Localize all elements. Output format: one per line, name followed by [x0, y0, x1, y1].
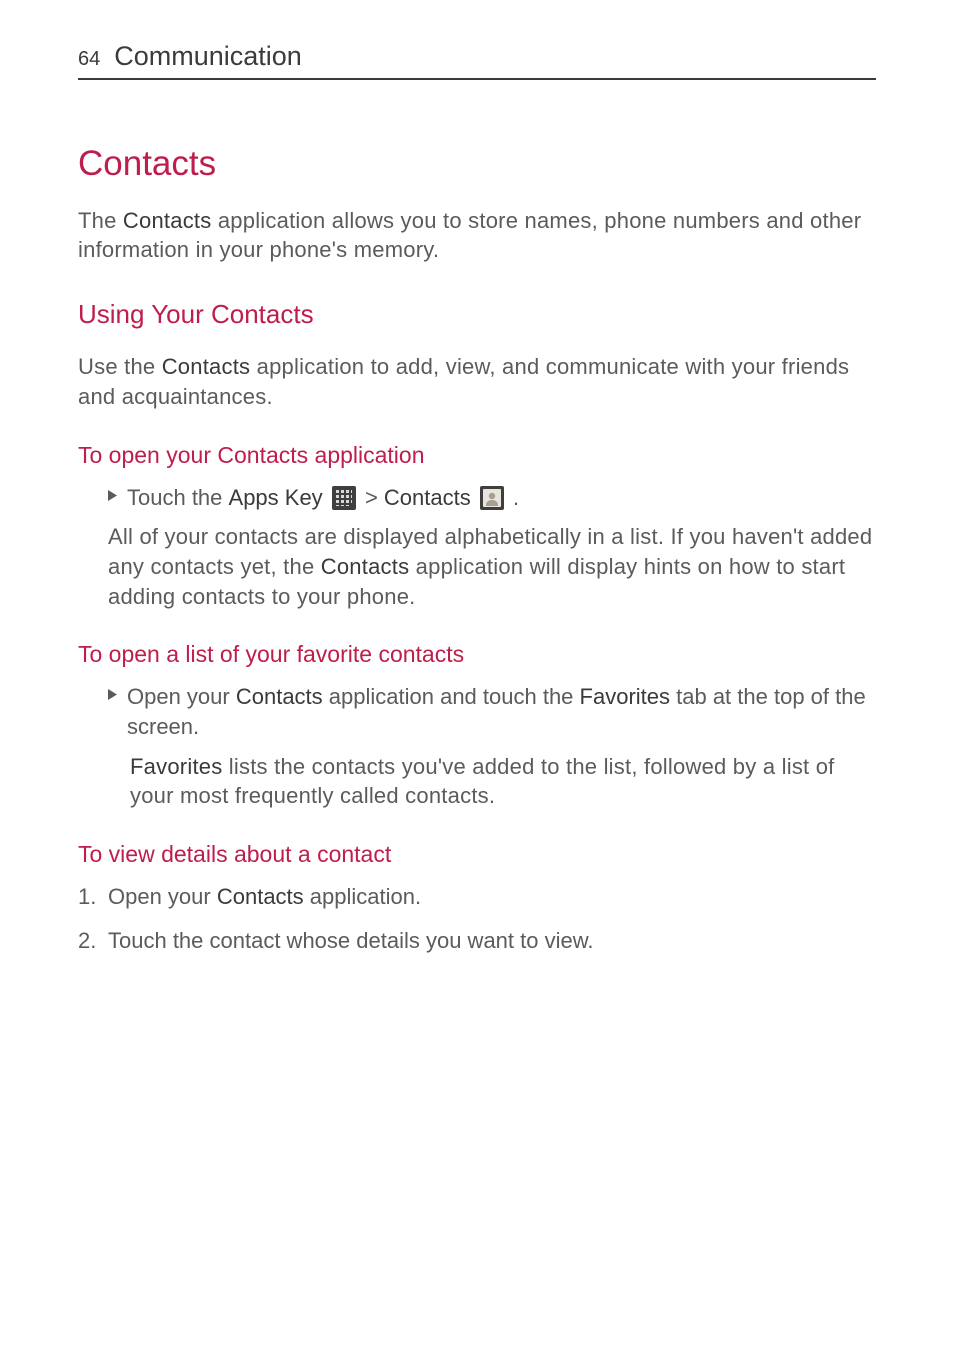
- numbered-steps: Open your Contacts application. Touch th…: [78, 882, 876, 955]
- list-item: Touch the Apps Key > Contacts .: [78, 483, 876, 513]
- list-item: Open your Contacts application and touch…: [78, 682, 876, 741]
- apps-key-icon: [332, 486, 356, 510]
- text: The: [78, 208, 123, 233]
- section1-body: Use the Contacts application to add, vie…: [78, 352, 876, 411]
- text: Open your: [108, 884, 217, 909]
- text-bold: Favorites: [580, 684, 670, 709]
- text-bold: Contacts: [321, 554, 410, 579]
- text: Open your: [127, 684, 236, 709]
- bullet-triangle-icon: [108, 689, 117, 700]
- subheading-open-contacts-app: To open your Contacts application: [78, 440, 876, 471]
- text-bold: Apps Key: [229, 485, 323, 510]
- text-bold: Contacts: [236, 684, 323, 709]
- text-bold: Contacts: [217, 884, 304, 909]
- contacts-icon: [480, 486, 504, 510]
- text: .: [507, 485, 519, 510]
- text: application.: [304, 884, 421, 909]
- bullet-triangle-icon: [108, 490, 117, 501]
- subheading-open-favorites: To open a list of your favorite contacts: [78, 639, 876, 670]
- text: Touch the contact whose details you want…: [108, 928, 594, 953]
- text-bold: Contacts: [384, 485, 471, 510]
- step-2: Touch the contact whose details you want…: [78, 926, 876, 956]
- sub-favorites-body: Favorites lists the contacts you've adde…: [78, 752, 876, 811]
- bullet-text: Open your Contacts application and touch…: [127, 682, 876, 741]
- text-bold: Favorites: [130, 754, 222, 779]
- bullet-text: Touch the Apps Key > Contacts .: [127, 483, 876, 513]
- sub-open-app-body: All of your contacts are displayed alpha…: [78, 522, 876, 611]
- text-bold: Contacts: [162, 354, 251, 379]
- intro-paragraph: The Contacts application allows you to s…: [78, 206, 876, 265]
- page-header: 64 Communication: [78, 38, 876, 80]
- text: Use the: [78, 354, 162, 379]
- step-1: Open your Contacts application.: [78, 882, 876, 912]
- section-heading-using-contacts: Using Your Contacts: [78, 297, 876, 332]
- text: >: [365, 485, 384, 510]
- chapter-title: Communication: [114, 38, 302, 74]
- text: application and touch the: [323, 684, 580, 709]
- text-bold: Contacts: [123, 208, 212, 233]
- subheading-view-details: To view details about a contact: [78, 839, 876, 870]
- page-number: 64: [78, 46, 100, 73]
- text: Touch the: [127, 485, 229, 510]
- page-title: Contacts: [78, 140, 876, 187]
- text: lists the contacts you've added to the l…: [130, 754, 835, 809]
